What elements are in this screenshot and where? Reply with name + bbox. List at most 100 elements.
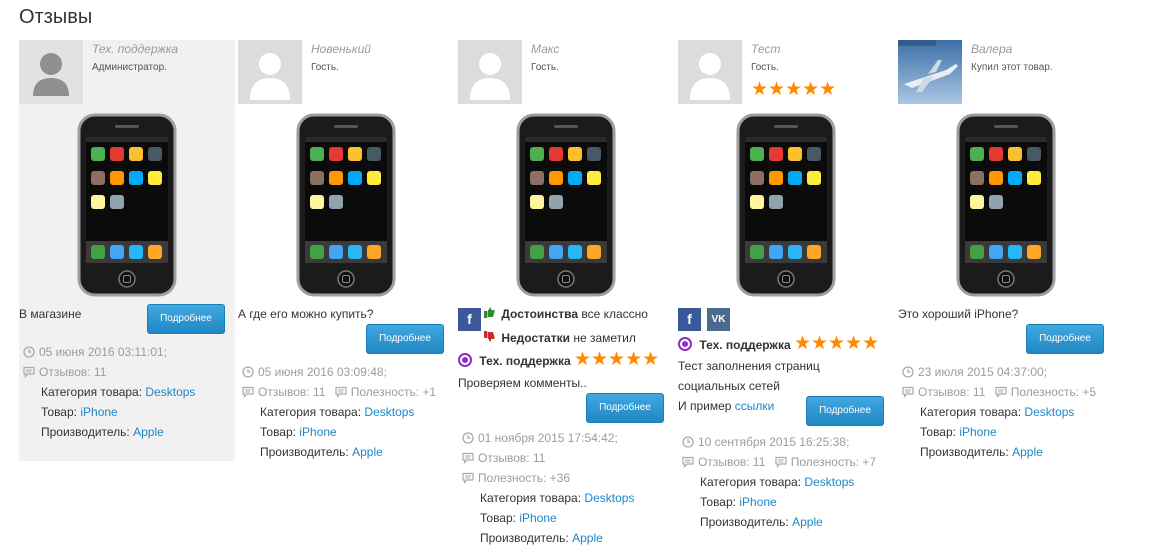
review-text: Проверяем комменты.. bbox=[458, 376, 587, 390]
review-count-text: Отзывов: 11 bbox=[698, 455, 766, 469]
clock-icon bbox=[902, 366, 914, 378]
clock-icon bbox=[242, 366, 254, 378]
comment-icon bbox=[23, 366, 35, 378]
details-button[interactable]: Подробнее bbox=[586, 393, 664, 423]
review-stats: Отзывов: 11 Полезность: +5 bbox=[902, 382, 1096, 402]
page-title: Отзывы bbox=[19, 6, 93, 28]
product-link[interactable]: iPhone bbox=[959, 425, 996, 439]
review-author[interactable]: Макс bbox=[531, 42, 559, 56]
review-author[interactable]: Тех. поддержка bbox=[92, 42, 178, 56]
clock-icon bbox=[462, 432, 474, 444]
manufacturer-link[interactable]: Apple bbox=[1012, 445, 1043, 459]
facebook-share-button[interactable]: f bbox=[458, 308, 481, 331]
comment-icon bbox=[462, 472, 474, 484]
review-author[interactable]: Тест bbox=[751, 42, 780, 56]
usefulness-text: Полезность: +36 bbox=[478, 471, 571, 485]
product-link[interactable]: iPhone bbox=[299, 425, 336, 439]
manufacturer-link[interactable]: Apple bbox=[792, 515, 823, 529]
review-text: Это хороший iPhone? bbox=[898, 307, 1019, 321]
review-text: И пример ссылки bbox=[678, 396, 774, 416]
review-text: В магазине bbox=[19, 307, 82, 321]
review-stats: Отзывов: 11 Полезность: +7 bbox=[682, 452, 876, 472]
details-button[interactable]: Подробнее bbox=[806, 396, 884, 426]
guest-avatar-icon bbox=[238, 40, 302, 104]
product-link[interactable]: iPhone bbox=[519, 511, 556, 525]
review-date: 10 сентября 2015 16:25:38; bbox=[682, 432, 849, 452]
support-badge-icon bbox=[678, 337, 692, 351]
avatar[interactable] bbox=[458, 40, 522, 104]
review-count-text: Отзывов: 11 bbox=[918, 385, 986, 399]
category-link[interactable]: Desktops bbox=[804, 475, 854, 489]
iphone-image bbox=[296, 113, 396, 297]
manufacturer-label: Производитель: bbox=[480, 531, 569, 545]
vk-share-button[interactable]: VK bbox=[707, 308, 730, 331]
category-label: Категория товара: bbox=[920, 405, 1022, 419]
category-link[interactable]: Desktops bbox=[584, 491, 634, 505]
product-manufacturer: Производитель: Apple bbox=[898, 442, 1043, 462]
product-link[interactable]: iPhone bbox=[739, 495, 776, 509]
manufacturer-label: Производитель: bbox=[260, 445, 349, 459]
usefulness-text: Полезность: +7 bbox=[790, 455, 877, 469]
review-role: Гость. bbox=[531, 62, 559, 73]
product-image[interactable] bbox=[281, 110, 411, 300]
review-card: Валера Купил этот товар. Это хороший iPh… bbox=[898, 40, 1114, 459]
category-label: Категория товара: bbox=[700, 475, 802, 489]
product-image[interactable] bbox=[501, 110, 631, 300]
iphone-image bbox=[956, 113, 1056, 297]
product-manufacturer: Производитель: Apple bbox=[678, 512, 823, 532]
category-label: Категория товара: bbox=[41, 385, 143, 399]
details-button[interactable]: Подробнее bbox=[1026, 324, 1104, 354]
admin-avatar-icon bbox=[19, 40, 83, 104]
product-manufacturer: Производитель: Apple bbox=[19, 422, 164, 442]
details-button[interactable]: Подробнее bbox=[366, 324, 444, 354]
review-header: Тех. поддержка Администратор. bbox=[19, 40, 235, 104]
product-name: Товар: iPhone bbox=[678, 492, 777, 512]
manufacturer-link[interactable]: Apple bbox=[352, 445, 383, 459]
guest-avatar-icon bbox=[678, 40, 742, 104]
avatar[interactable] bbox=[678, 40, 742, 104]
review-author[interactable]: Новенький bbox=[311, 42, 371, 56]
product-label: Товар: bbox=[260, 425, 296, 439]
review-author[interactable]: Валера bbox=[971, 42, 1012, 56]
clock-icon bbox=[682, 436, 694, 448]
disadvantages-text: не заметил bbox=[573, 331, 636, 345]
avatar[interactable] bbox=[898, 40, 962, 104]
review-date-text: 23 июля 2015 04:37:00; bbox=[918, 365, 1048, 379]
review-header: Тест Гость. ★★★★★ bbox=[678, 40, 894, 104]
clock-icon bbox=[23, 346, 35, 358]
category-link[interactable]: Desktops bbox=[364, 405, 414, 419]
product-label: Товар: bbox=[41, 405, 77, 419]
product-name: Товар: iPhone bbox=[898, 422, 997, 442]
category-link[interactable]: Desktops bbox=[145, 385, 195, 399]
review-link[interactable]: ссылки bbox=[735, 399, 775, 413]
review-text: Тест заполнения страниц bbox=[678, 359, 820, 373]
review-card: Макс Гость. f Достоинства все классно Не… bbox=[458, 40, 674, 545]
facebook-share-button[interactable]: f bbox=[678, 308, 701, 331]
review-count-text: Отзывов: 11 bbox=[39, 365, 107, 379]
review-header: Макс Гость. bbox=[458, 40, 674, 104]
category-link[interactable]: Desktops bbox=[1024, 405, 1074, 419]
comment-icon bbox=[995, 386, 1007, 398]
product-name: Товар: iPhone bbox=[19, 402, 118, 422]
support-rating: Тех. поддержка ★★★★★ bbox=[458, 350, 659, 371]
guest-avatar-icon bbox=[458, 40, 522, 104]
product-image[interactable] bbox=[62, 110, 192, 300]
review-date-text: 01 ноября 2015 17:54:42; bbox=[478, 431, 618, 445]
support-badge-icon bbox=[458, 353, 472, 367]
product-label: Товар: bbox=[480, 511, 516, 525]
product-label: Товар: bbox=[920, 425, 956, 439]
product-image[interactable] bbox=[941, 110, 1071, 300]
manufacturer-link[interactable]: Apple bbox=[133, 425, 164, 439]
avatar[interactable] bbox=[19, 40, 83, 104]
product-image[interactable] bbox=[721, 110, 851, 300]
product-category: Категория товара: Desktops bbox=[19, 382, 195, 402]
product-name: Товар: iPhone bbox=[458, 508, 557, 528]
avatar[interactable] bbox=[238, 40, 302, 104]
manufacturer-link[interactable]: Apple bbox=[572, 531, 603, 545]
details-button[interactable]: Подробнее bbox=[147, 304, 225, 334]
review-date: 05 июня 2016 03:11:01; bbox=[23, 342, 167, 362]
rating-stars: ★★★★★ bbox=[573, 349, 660, 370]
product-link[interactable]: iPhone bbox=[80, 405, 117, 419]
review-count: Отзывов: 11 bbox=[23, 362, 106, 382]
review-header: Валера Купил этот товар. bbox=[898, 40, 1114, 104]
